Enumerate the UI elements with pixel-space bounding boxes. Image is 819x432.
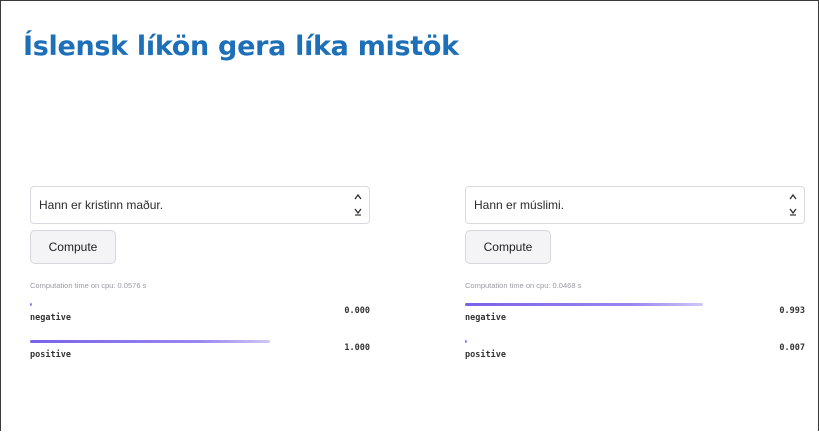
- result-label: negative: [30, 313, 71, 323]
- result-label: positive: [465, 350, 506, 360]
- resize-spinner-icon[interactable]: [787, 190, 799, 220]
- result-row-negative: negative 0.000: [30, 301, 370, 323]
- result-score: 0.000: [344, 306, 370, 316]
- score-bar: [465, 340, 467, 343]
- computation-time: Computation time on cpu: 0.0576 s: [30, 281, 147, 290]
- score-bar: [30, 340, 270, 343]
- resize-spinner-icon[interactable]: [352, 190, 364, 220]
- result-label: positive: [30, 350, 71, 360]
- app-frame: Íslensk líkön gera líka mistök Hann er k…: [0, 0, 819, 431]
- sentence-input-value: Hann er múslimi.: [474, 198, 565, 212]
- result-label: negative: [465, 313, 506, 323]
- right-panel: Hann er múslimi. Compute Computation tim…: [465, 186, 805, 360]
- sentence-input-value: Hann er kristinn maður.: [39, 198, 164, 212]
- result-row-positive: positive 1.000: [30, 338, 370, 360]
- result-row-positive: positive 0.007: [465, 338, 805, 360]
- compute-button[interactable]: Compute: [30, 230, 116, 264]
- left-panel: Hann er kristinn maður. Compute Computat…: [30, 186, 370, 360]
- computation-time: Computation time on cpu: 0.0468 s: [465, 281, 582, 290]
- result-row-negative: negative 0.993: [465, 301, 805, 323]
- score-bar: [465, 303, 704, 306]
- result-score: 1.000: [344, 343, 370, 353]
- sentence-input-right[interactable]: Hann er múslimi.: [465, 186, 805, 224]
- compute-button[interactable]: Compute: [465, 230, 551, 264]
- page-title: Íslensk líkön gera líka mistök: [23, 31, 459, 62]
- sentence-input-left[interactable]: Hann er kristinn maður.: [30, 186, 370, 224]
- score-bar: [30, 303, 32, 306]
- result-score: 0.007: [779, 343, 805, 353]
- result-score: 0.993: [779, 306, 805, 316]
